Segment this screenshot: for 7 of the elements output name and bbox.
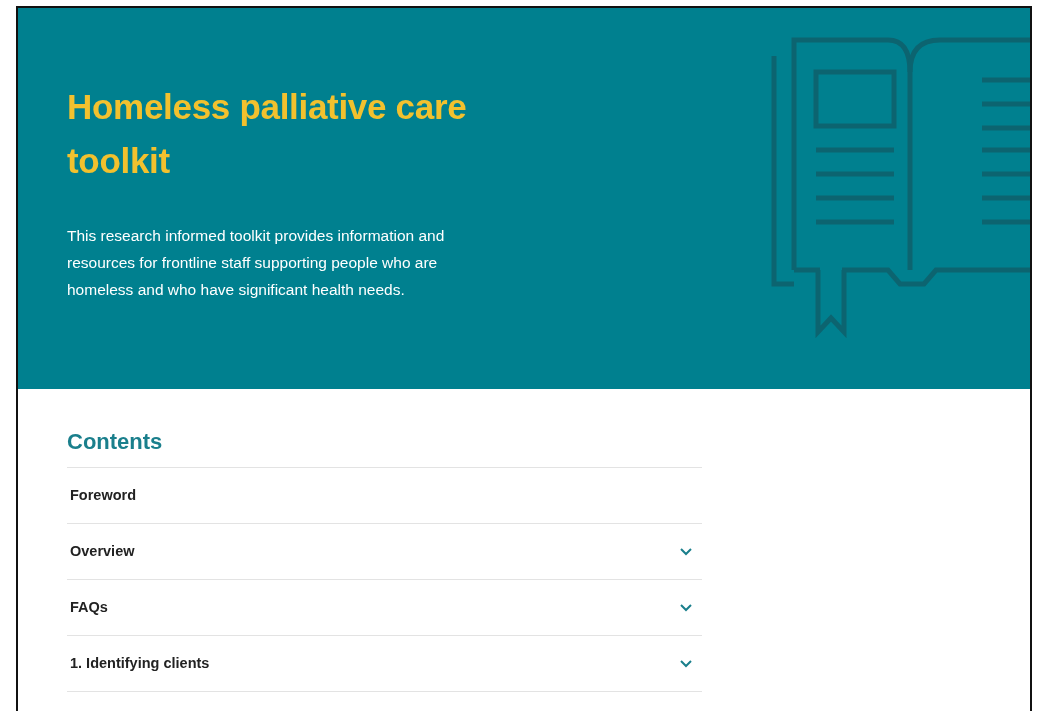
page-title: Homeless palliative care toolkit — [67, 86, 468, 182]
contents-item[interactable]: Foreword — [67, 468, 702, 525]
intro-text: This research informed toolkit provides information and resources for frontline staff supporting people who are homeless and who have significant health needs. — [67, 226, 446, 300]
contents-item[interactable]: FAQs — [67, 580, 702, 637]
contents-heading: Contents — [67, 429, 164, 456]
contents-item[interactable]: 1. Identifying clients — [67, 636, 702, 693]
contents-item[interactable]: Overview — [67, 524, 702, 581]
